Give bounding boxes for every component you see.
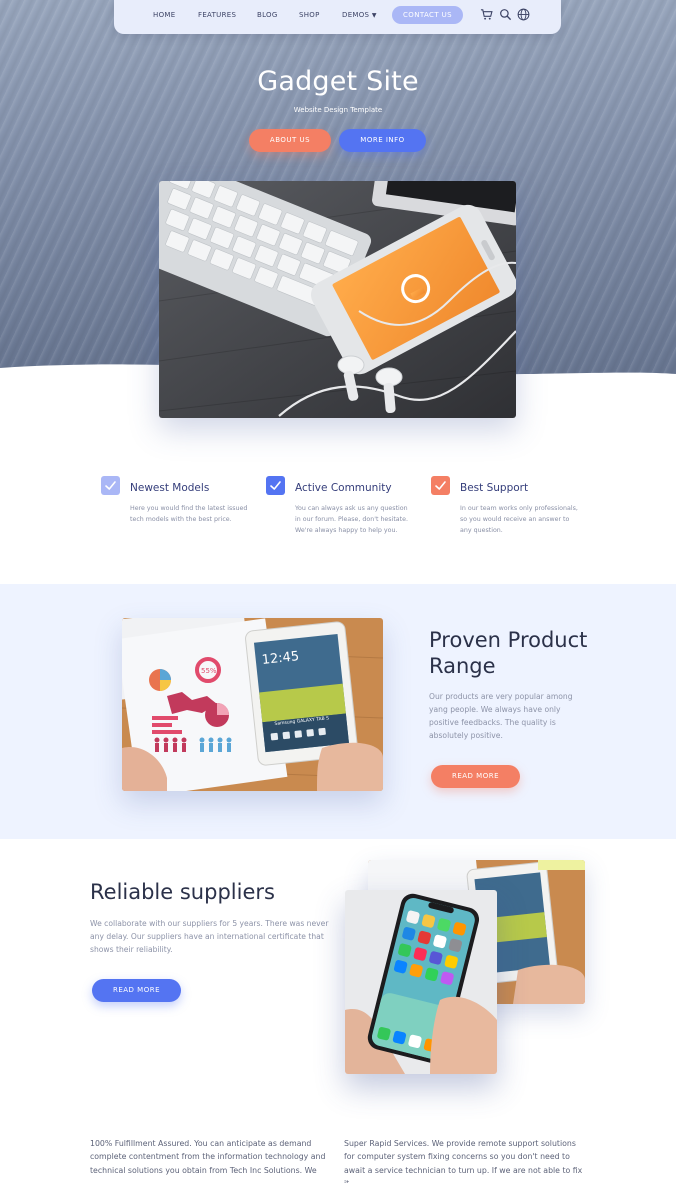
check-icon (101, 476, 120, 495)
hero-title: Gadget Site (257, 66, 419, 97)
fulfillment-text: 100% Fulfillment Assured. You can antici… (90, 1139, 326, 1175)
feature-title: Best Support (460, 482, 529, 494)
contact-us-button[interactable]: CONTACT US (392, 6, 463, 24)
hero-subtitle: Website Design Template (293, 106, 383, 114)
feature-text: You can always ask us any question in ou… (295, 505, 409, 534)
feature-text: Here you would find the latest issued te… (130, 505, 248, 523)
proven-text: Our products are very popular among yang… (429, 692, 573, 740)
chart-percent-label: 55% (201, 667, 217, 675)
feature-title: Active Community (295, 482, 392, 494)
reliable-title: Reliable suppliers (90, 880, 275, 904)
nav-shop[interactable]: SHOP (299, 11, 320, 19)
nav-features[interactable]: FEATURES (198, 11, 236, 19)
about-us-button[interactable]: ABOUT US (249, 129, 331, 152)
reliable-text: We collaborate with our suppliers for 5 … (90, 919, 329, 954)
reliable-read-more-button[interactable]: READ MORE (92, 979, 181, 1002)
check-icon (266, 476, 285, 495)
nav-blog[interactable]: BLOG (257, 11, 278, 19)
tablet-infographic-image: 55% 12:45 Samsung GALAXY TAB S (122, 618, 383, 791)
feature-text: In our team works only professionals, so… (460, 505, 578, 534)
check-icon (431, 476, 450, 495)
proven-read-more-button[interactable]: READ MORE (431, 765, 520, 788)
nav-demos-label: DEMOS (342, 11, 370, 19)
hero-gadget-image (159, 181, 516, 418)
nav-demos[interactable]: DEMOS ▼ (342, 11, 377, 19)
top-navbar: HOME FEATURES BLOG SHOP DEMOS ▼ CONTACT … (114, 0, 561, 34)
nav-home[interactable]: HOME (153, 11, 175, 19)
cart-icon[interactable] (480, 8, 493, 21)
iphone-in-hand-image (345, 890, 497, 1074)
chevron-down-icon: ▼ (371, 12, 377, 19)
proven-title: Proven Product Range (429, 628, 588, 678)
search-icon[interactable] (499, 8, 512, 21)
more-info-button[interactable]: MORE INFO (339, 129, 426, 152)
rapid-services-text: Super Rapid Services. We provide remote … (344, 1139, 583, 1183)
globe-icon[interactable] (517, 8, 530, 21)
feature-title: Newest Models (130, 482, 210, 494)
